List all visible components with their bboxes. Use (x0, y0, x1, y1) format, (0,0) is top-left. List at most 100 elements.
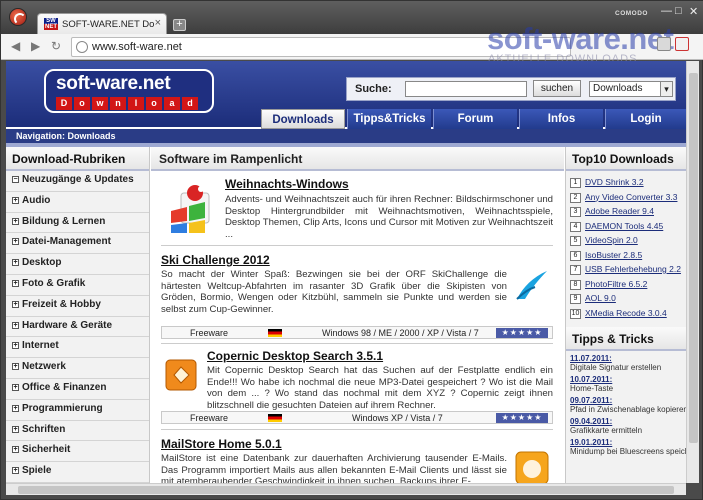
rank-badge: 7 (570, 265, 581, 275)
category-item[interactable]: + Desktop (6, 254, 149, 275)
os-label: Windows 98 / ME / 2000 / XP / Vista / 7 (322, 328, 479, 338)
logo-letter: n (110, 97, 126, 110)
category-label: Neuzugänge & Updates (22, 174, 134, 185)
security-badge-icon[interactable] (675, 37, 689, 51)
tip-item[interactable]: 09.07.2011: Pfad in Zwischenablage kopier… (566, 393, 686, 414)
search-input[interactable] (405, 81, 527, 97)
tip-item[interactable]: 10.07.2011: Home-Taste (566, 372, 686, 393)
close-window-button[interactable]: ✕ (689, 5, 698, 18)
rank-badge: 3 (570, 207, 581, 217)
category-item[interactable]: + Foto & Grafik (6, 275, 149, 296)
menu-infos[interactable]: Infos (519, 109, 603, 129)
os-label: Windows XP / Vista / 7 (352, 413, 443, 423)
menu-forum[interactable]: Forum (433, 109, 517, 129)
maximize-button[interactable]: □ (675, 5, 682, 17)
rank-badge: 9 (570, 294, 581, 304)
horizontal-scrollbar[interactable] (6, 483, 686, 495)
category-label: Desktop (22, 257, 62, 269)
category-item[interactable]: + Programmierung (6, 400, 149, 421)
top10-item[interactable]: 1 DVD Shrink 3.2 (570, 177, 686, 192)
menu-downloads[interactable]: Downloads (261, 109, 345, 129)
vertical-scroll-thumb[interactable] (689, 73, 698, 443)
tip-text: Digitale Signatur erstellen (570, 363, 662, 372)
category-label: Foto & Grafik (22, 277, 86, 289)
top10-link: Any Video Converter 3.3 (585, 191, 678, 202)
expand-icon: + (12, 383, 19, 391)
menu-tipps-tricks[interactable]: Tipps&Tricks (347, 109, 431, 129)
category-item[interactable]: + Internet (6, 337, 149, 359)
category-item[interactable]: − Neuzugänge & Updates (6, 171, 149, 192)
rating-stars: ★★★★★ (496, 328, 548, 338)
reload-button[interactable]: ↻ (51, 39, 61, 53)
category-item[interactable]: + Sicherheit (6, 441, 149, 463)
browser-tab[interactable]: SWNET SOFT-WARE.NET Download × (37, 13, 167, 35)
top10-item[interactable]: 6 IsoBuster 2.8.5 (570, 250, 686, 265)
software-item-weihnachts-windows: Weihnachts-Windows Advents- und Weihnach… (161, 177, 553, 240)
category-label: Sicherheit (22, 444, 71, 456)
category-label: Bildung & Lernen (22, 215, 106, 227)
software-title[interactable]: MailStore Home 5.0.1 (161, 437, 553, 451)
category-item[interactable]: + Audio (6, 192, 149, 213)
site-logo[interactable]: soft-ware.net Download (44, 69, 214, 113)
category-item[interactable]: + Bildung & Lernen (6, 213, 149, 234)
vertical-scrollbar[interactable] (686, 61, 699, 483)
horizontal-scroll-thumb[interactable] (18, 486, 674, 494)
minimize-button[interactable]: — (661, 5, 672, 17)
category-item[interactable]: + Office & Finanzen (6, 379, 149, 400)
top10-item[interactable]: 4 DAEMON Tools 4.45 (570, 221, 686, 236)
comodo-dragon-logo-icon[interactable] (9, 8, 27, 26)
category-item[interactable]: + Freizeit & Hobby (6, 296, 149, 317)
german-flag-icon (268, 414, 282, 422)
search-button[interactable]: suchen (533, 80, 581, 97)
top10-item[interactable]: 10 XMedia Recode 3.0.4 (570, 308, 686, 323)
top10-item[interactable]: 7 USB Fehlerbehebung 2.2 (570, 264, 686, 279)
expand-icon: + (12, 300, 19, 308)
tip-item[interactable]: 11.07.2011: Digitale Signatur erstellen (566, 351, 686, 372)
extension-icon[interactable] (657, 37, 671, 51)
top10-item[interactable]: 5 VideoSpin 2.0 (570, 235, 686, 250)
mailstore-icon (515, 451, 549, 483)
category-heading: Download-Rubriken (6, 147, 149, 171)
category-label: Audio (22, 194, 51, 206)
rank-badge: 5 (570, 236, 581, 246)
tip-item[interactable]: 19.01.2011: Minidump bei Bluescreens spei… (566, 435, 686, 456)
category-item[interactable]: + Netzwerk (6, 358, 149, 379)
rating-stars: ★★★★★ (496, 413, 548, 423)
tab-close-icon[interactable]: × (155, 17, 161, 29)
category-item[interactable]: + Spiele (6, 462, 149, 483)
watermark-title: soft-ware.net (487, 21, 674, 56)
expand-icon: + (12, 279, 19, 287)
back-button[interactable]: ◀ (11, 39, 20, 53)
tip-text: Minidump bei Bluescreens speichern (570, 447, 686, 456)
category-label: Office & Finanzen (22, 381, 107, 393)
top10-item[interactable]: 2 Any Video Converter 3.3 (570, 192, 686, 207)
category-item[interactable]: + Schriften (6, 421, 149, 442)
tip-item[interactable]: 09.04.2011: Grafikkarte ermitteln (566, 414, 686, 435)
tip-text: Grafikkarte ermitteln (570, 426, 643, 435)
right-sidebar: Top10 Downloads 1 DVD Shrink 3.2 2 Any Vid… (565, 147, 686, 483)
software-meta-bar: Freeware Windows XP / Vista / 7 ★★★★★ (161, 411, 553, 424)
software-title[interactable]: Ski Challenge 2012 (161, 253, 553, 267)
category-item[interactable]: + Datei-Management (6, 233, 149, 255)
site-header: soft-ware.net Download Suche: suchen Dow… (6, 61, 686, 129)
search-scope-select[interactable]: Downloads (589, 81, 673, 97)
software-title[interactable]: Copernic Desktop Search 3.5.1 (207, 349, 553, 363)
license-label: Freeware (190, 328, 229, 338)
top10-item[interactable]: 3 Adobe Reader 9.4 (570, 206, 686, 221)
software-description: Advents- und Weihnachtszeit auch für ihr… (225, 194, 553, 240)
browser-window: SWNET SOFT-WARE.NET Download × + COMODO … (0, 0, 703, 500)
top10-item[interactable]: 8 PhotoFiltre 6.5.2 (570, 279, 686, 294)
category-item[interactable]: + Hardware & Geräte (6, 317, 149, 338)
software-item-mailstore: MailStore Home 5.0.1 MailStore ist eine … (161, 437, 553, 483)
logo-letter: l (128, 97, 144, 110)
software-title[interactable]: Weihnachts-Windows (225, 177, 553, 191)
menu-login[interactable]: Login (605, 109, 686, 129)
logo-wordmark: soft-ware.net (56, 73, 171, 94)
top10-item[interactable]: 9 AOL 9.0 (570, 293, 686, 308)
main-menu: Downloads Tipps&Tricks Forum Infos Login (256, 109, 686, 129)
top10-link: XMedia Recode 3.0.4 (585, 307, 667, 318)
tip-date: 19.01.2011: (570, 438, 613, 447)
new-tab-button[interactable]: + (173, 19, 186, 31)
forward-button[interactable]: ▶ (31, 39, 40, 53)
divider (161, 429, 553, 430)
